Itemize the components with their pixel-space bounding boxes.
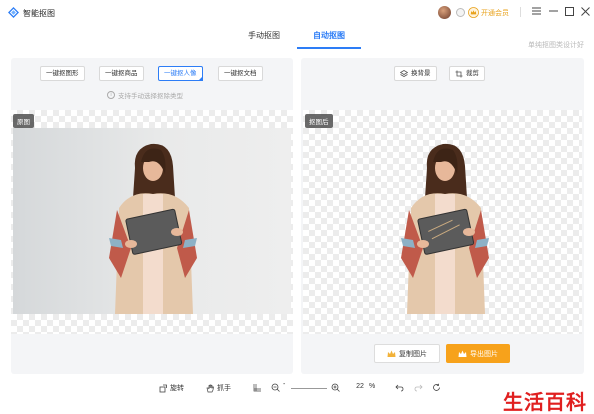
result-image-panel: 换背景 裁剪 抠图后 复制图片 导出图片 [301, 58, 584, 374]
rotate-button[interactable]: 旋转 [159, 383, 184, 393]
redo-button[interactable] [414, 383, 423, 392]
tab-manual-cutout[interactable]: 手动抠图 [248, 30, 280, 41]
crown-icon [468, 7, 479, 18]
original-photo [13, 128, 291, 314]
cutout-shape-button[interactable]: 一键抠图形 [40, 66, 85, 81]
result-canvas[interactable]: 抠图后 [303, 110, 582, 334]
zoom-out-icon [271, 383, 280, 392]
menu-icon[interactable] [530, 5, 542, 17]
hint-text: 单纯抠图类设计好 [528, 42, 584, 49]
status-dot-icon [456, 8, 465, 17]
active-tab-indicator [297, 47, 361, 49]
minimize-icon[interactable] [547, 5, 559, 17]
rotate-label: 旋转 [170, 385, 184, 392]
zoom-slider[interactable] [291, 388, 327, 389]
copy-image-button[interactable]: 复制图片 [374, 344, 440, 363]
cutout-product-button[interactable]: 一键抠商品 [99, 66, 144, 81]
cutout-person-image [401, 143, 489, 314]
app-title: 智能抠图 [23, 9, 55, 18]
zoom-in-button[interactable] [331, 383, 340, 392]
watermark: 生活百科 [503, 390, 587, 414]
avatar[interactable] [438, 6, 451, 19]
zoom-value[interactable]: 22 [352, 383, 368, 390]
close-icon[interactable] [579, 5, 591, 17]
vip-button[interactable]: 开通会员 [481, 8, 509, 18]
info-icon: i [107, 91, 115, 99]
maximize-icon[interactable] [563, 5, 575, 17]
ruler-icon [253, 384, 261, 392]
original-image-panel: 一键抠图形 一键抠商品 一键抠人像 一键抠文档 i 支持手动选择抠除类型 原图 [11, 58, 293, 374]
original-canvas[interactable]: 原图 [11, 110, 293, 334]
tab-auto-cutout[interactable]: 自动抠图 [313, 30, 345, 41]
woman-with-tablet-image [109, 143, 197, 314]
zoom-in-icon [331, 383, 340, 392]
undo-button[interactable] [395, 383, 404, 392]
zoom-out-button[interactable] [271, 383, 280, 392]
zoom-unit: % [369, 383, 376, 390]
hand-icon [206, 384, 214, 392]
crop-label: 裁剪 [466, 70, 479, 77]
reset-button[interactable] [432, 383, 441, 392]
copy-image-label: 复制图片 [399, 350, 427, 358]
fit-size-button[interactable] [253, 383, 262, 392]
hand-tool-label: 抓手 [217, 385, 231, 392]
refresh-icon [433, 383, 440, 391]
crop-icon [455, 70, 463, 77]
crown-icon [458, 350, 467, 357]
download-button[interactable]: 导出图片 [446, 344, 510, 363]
layers-icon [400, 69, 408, 77]
change-background-label: 换背景 [411, 70, 431, 77]
cutout-document-button[interactable]: 一键抠文档 [218, 66, 263, 81]
minus-icon: - [283, 381, 286, 388]
title-bar: 智能抠图 开通会员 [0, 0, 594, 24]
undo-icon [395, 384, 404, 392]
crop-button[interactable]: 裁剪 [449, 66, 485, 81]
download-label: 导出图片 [470, 350, 498, 358]
mode-hint: i 支持手动选择抠除类型 [107, 90, 183, 100]
mode-tabs: 手动抠图 自动抠图 [0, 24, 594, 50]
cutout-portrait-button[interactable]: 一键抠人像 [158, 66, 203, 81]
app-logo-icon [8, 7, 19, 18]
change-background-button[interactable]: 换背景 [394, 66, 437, 81]
rotate-icon [159, 384, 167, 392]
redo-icon [414, 384, 423, 392]
original-tag: 原图 [13, 114, 34, 128]
crown-icon [387, 350, 396, 357]
mode-hint-text: 支持手动选择抠除类型 [118, 93, 183, 100]
result-tag: 抠图后 [305, 114, 333, 128]
divider [520, 7, 521, 17]
hand-tool-button[interactable]: 抓手 [206, 383, 231, 393]
